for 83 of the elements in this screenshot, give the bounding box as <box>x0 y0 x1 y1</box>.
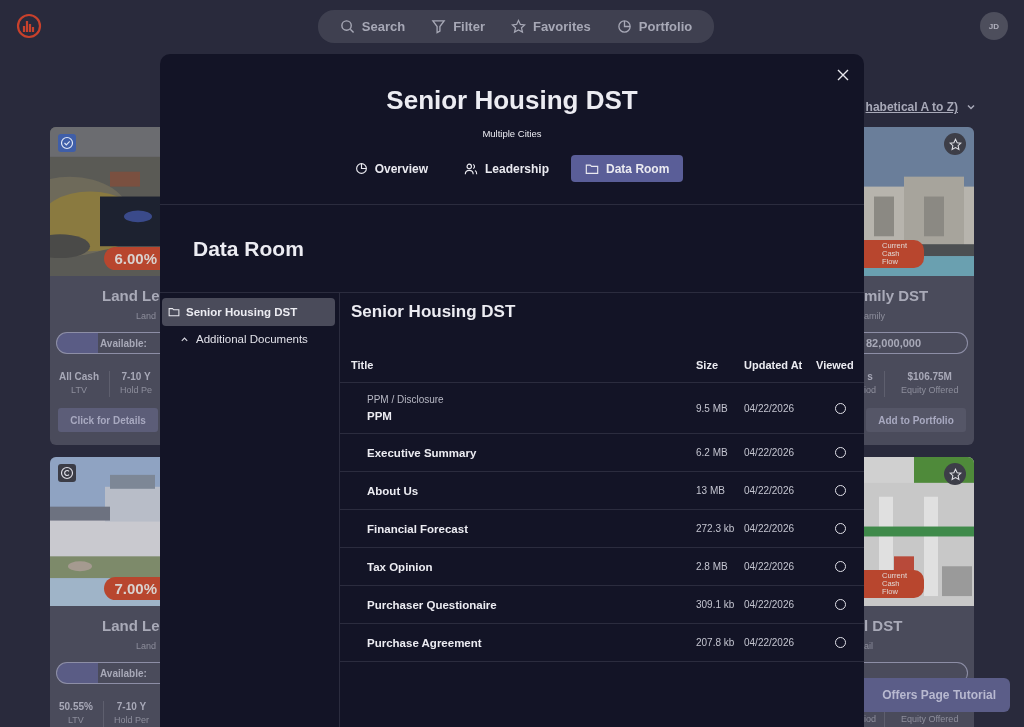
filter-icon <box>431 18 447 34</box>
folder-title: Senior Housing DST <box>351 302 517 322</box>
folder-item[interactable]: Additional Documents <box>162 326 335 352</box>
stat-label: Equity Offered <box>901 714 959 724</box>
stat-value: All Cash <box>59 371 99 382</box>
card-title: Land Le <box>101 287 160 304</box>
file-size: 207.8 kb <box>696 637 736 648</box>
updated-date: 04/22/2026 <box>744 599 796 610</box>
card-subtitle: Land <box>135 311 158 321</box>
folder-icon <box>585 161 600 176</box>
chevron-down-icon <box>966 102 976 112</box>
section-heading: Data Room <box>193 236 304 261</box>
card-subtitle: Land <box>135 641 158 651</box>
updated-date: 04/22/2026 <box>744 402 796 414</box>
caret-icon <box>180 334 189 344</box>
sort-dropdown[interactable]: habetical A to Z) <box>865 100 958 114</box>
file-size: 6.2 MB <box>696 447 729 458</box>
column-header: Viewed <box>816 359 855 371</box>
folder-item[interactable]: Senior Housing DST <box>162 298 335 326</box>
users-icon <box>464 161 478 176</box>
column-header: Title <box>351 359 375 371</box>
updated-date: 04/22/2026 <box>744 637 796 648</box>
nav-button[interactable]: Portfolio <box>606 18 703 34</box>
file-size: 309.1 kb <box>696 599 736 610</box>
column-header: Updated At <box>744 359 804 371</box>
nav-button[interactable]: Search <box>329 18 416 34</box>
copyright-badge-icon <box>58 464 76 482</box>
updated-date: 04/22/2026 <box>744 523 796 534</box>
stat-value: $106.75M <box>907 371 952 382</box>
nav-button[interactable]: Filter <box>421 18 495 34</box>
modal-title: Senior Housing DST <box>386 85 638 116</box>
star-icon <box>510 18 526 34</box>
logo-icon <box>16 13 42 39</box>
check-badge-icon <box>58 134 76 152</box>
stat-value: 7-10 Y <box>121 371 151 382</box>
document-title[interactable]: Executive Summary <box>367 446 696 459</box>
star-icon <box>948 467 962 481</box>
stat-label: LTV <box>71 385 87 395</box>
updated-date: 04/22/2026 <box>744 485 796 496</box>
folder-icon <box>168 306 180 318</box>
availability-label: Available: <box>100 337 147 349</box>
rate-badge: 7.00% <box>104 577 160 600</box>
stat-label: Hold Per <box>113 715 149 725</box>
document-title[interactable]: PPM <box>367 410 696 422</box>
card-subtitle: amily <box>864 311 886 321</box>
stat-value: 50.55% <box>59 701 93 712</box>
tab[interactable]: Overview <box>340 155 442 182</box>
stat-label: Hold Pe <box>120 385 153 395</box>
avatar[interactable]: JD <box>980 12 1008 40</box>
nav-button[interactable]: Favorites <box>500 18 601 34</box>
file-size: 272.3 kb <box>696 523 736 534</box>
document-category: PPM / Disclosure <box>367 394 445 405</box>
stat-label: Equity Offered <box>901 385 959 395</box>
card-title: mily DST <box>864 287 930 304</box>
card-title: l DST <box>864 617 904 634</box>
stat-label: iod <box>864 714 876 724</box>
document-title[interactable]: Purchaser Questionaire <box>367 598 696 611</box>
document-title[interactable]: Purchase Agreement <box>367 636 696 649</box>
file-size: 2.8 MB <box>696 561 729 572</box>
stat-value: s <box>867 371 873 382</box>
updated-date: 04/22/2026 <box>744 447 796 458</box>
stat-label: iod <box>864 385 876 395</box>
modal-subtitle: Multiple Cities <box>482 128 542 139</box>
updated-date: 04/22/2026 <box>744 561 796 572</box>
stat-label: LTV <box>68 715 84 725</box>
column-header: Size <box>696 359 719 371</box>
star-icon <box>948 137 962 151</box>
file-size: 9.5 MB <box>696 402 729 414</box>
stat-value: 7-10 Y <box>116 701 147 712</box>
rate-badge: 6.00% <box>104 247 160 270</box>
tab[interactable]: Data Room <box>571 155 684 182</box>
search-icon <box>339 18 355 34</box>
tab[interactable]: Leadership <box>450 155 564 182</box>
document-title[interactable]: About Us <box>367 484 696 497</box>
pie-chart-icon <box>616 18 632 34</box>
availability-label: Available: <box>100 667 147 679</box>
file-size: 13 MB <box>696 485 726 496</box>
document-title[interactable]: Financial Forecast <box>367 522 696 535</box>
card-title: Land Le <box>101 617 160 634</box>
close-icon[interactable] <box>837 69 849 81</box>
pie-chart-icon <box>354 162 368 175</box>
amount-value: 82,000,000 <box>866 337 922 349</box>
document-title[interactable]: Tax Opinion <box>367 560 696 573</box>
